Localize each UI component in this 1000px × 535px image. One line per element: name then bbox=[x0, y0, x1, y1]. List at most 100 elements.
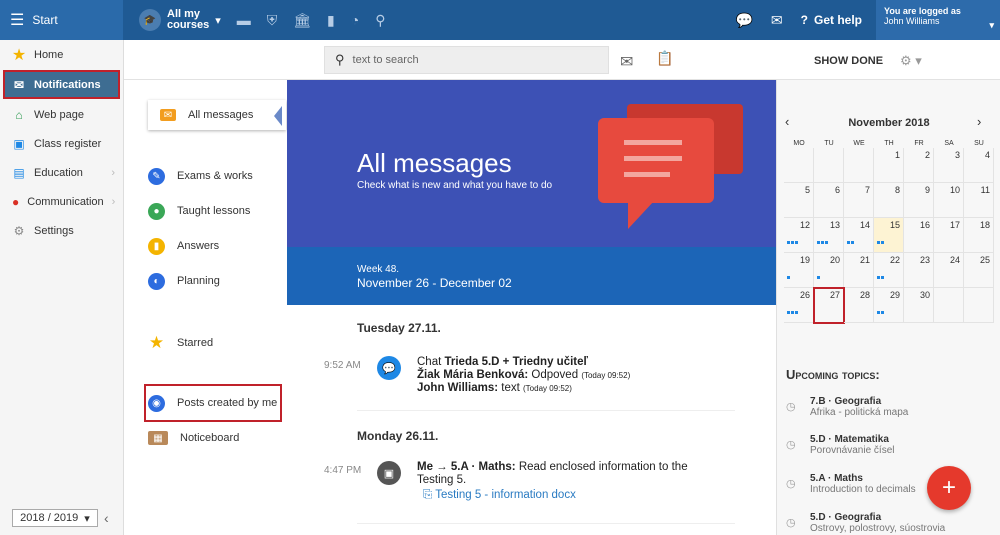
settings-gear-icon[interactable]: ⚙ ▾ bbox=[900, 53, 922, 69]
page-subtitle: Check what is new and what you have to d… bbox=[357, 180, 553, 191]
message-header: Me → 5.A · Maths: bbox=[417, 461, 516, 473]
gear-icon: ⚙ bbox=[13, 223, 25, 238]
person-icon: ● bbox=[148, 202, 165, 220]
filter-noticeboard[interactable]: ▦ Noticeboard bbox=[148, 423, 278, 453]
calendar-day[interactable]: 1 bbox=[874, 148, 904, 183]
filter-exams-works[interactable]: ✎ Exams & works bbox=[148, 161, 278, 191]
calendar-day[interactable]: 15 bbox=[874, 218, 904, 253]
caret-down-icon: ▾ bbox=[215, 14, 221, 27]
calendar-day[interactable]: 19 bbox=[784, 253, 814, 288]
calendar-day[interactable]: 25 bbox=[964, 253, 994, 288]
filter-answers[interactable]: ▮ Answers bbox=[148, 231, 278, 261]
calendar-day bbox=[844, 148, 874, 183]
calendar-day-number: 26 bbox=[799, 290, 810, 300]
sidebar-item-class-register[interactable]: ▣ Class register bbox=[0, 129, 123, 158]
calendar-day-number: 10 bbox=[949, 185, 960, 195]
sidebar-item-settings[interactable]: ⚙ Settings bbox=[0, 216, 123, 245]
sidebar-item-communication[interactable]: ● Communication › bbox=[0, 187, 123, 216]
noticeboard-icon: ▦ bbox=[148, 431, 168, 445]
calendar-day[interactable]: 27 bbox=[813, 287, 845, 324]
day-heading: Tuesday 27.11. bbox=[357, 321, 441, 335]
attachment-link[interactable]: ⎘ Testing 5 - information docx bbox=[423, 489, 707, 502]
star-icon: ★ bbox=[148, 333, 165, 352]
home-icon: ⌂ bbox=[15, 107, 23, 122]
calendar-day[interactable]: 11 bbox=[964, 183, 994, 218]
message-item[interactable]: 4:47 PM ▣ Me → 5.A · Maths: Read enclose… bbox=[287, 461, 776, 511]
question-icon: ? bbox=[800, 13, 808, 27]
calendar-day[interactable]: 6 bbox=[814, 183, 844, 218]
user-menu[interactable]: You are logged as John Williams ▾ bbox=[876, 0, 1000, 40]
weekday-label: FR bbox=[914, 140, 924, 147]
clipboard-icon[interactable]: 📋 bbox=[656, 50, 673, 67]
calendar-day[interactable]: 23 bbox=[904, 253, 934, 288]
filter-planning[interactable]: ◐ Planning bbox=[148, 266, 278, 296]
briefcase-icon[interactable]: ▬ bbox=[237, 12, 251, 29]
calendar-day[interactable]: 18 bbox=[964, 218, 994, 253]
add-button[interactable]: + bbox=[927, 466, 971, 510]
sidebar-item-home[interactable]: ★ Home bbox=[0, 40, 123, 69]
show-done-button[interactable]: SHOW DONE bbox=[814, 55, 883, 67]
filter-starred[interactable]: ★ Starred bbox=[148, 328, 278, 358]
sidebar-item-web-page[interactable]: ⌂ Web page bbox=[0, 100, 123, 129]
calendar-day[interactable]: 21 bbox=[844, 253, 874, 288]
calendar-day[interactable]: 24 bbox=[934, 253, 964, 288]
filter-label: Answers bbox=[177, 240, 220, 252]
calendar-day[interactable]: 3 bbox=[934, 148, 964, 183]
exam-icon: ✎ bbox=[148, 167, 165, 185]
calendar-day-number: 1 bbox=[894, 150, 900, 160]
calendar-day[interactable]: 17 bbox=[934, 218, 964, 253]
calendar-day[interactable]: 10 bbox=[934, 183, 964, 218]
clock-icon: ◷ bbox=[786, 401, 796, 413]
courses-dropdown[interactable]: 🎓 All my courses ▾ bbox=[139, 9, 221, 31]
message-item[interactable]: 9:52 AM 💬 Chat Trieda 5.D + Triedny učit… bbox=[287, 356, 776, 406]
school-year-value: 2018 / 2019 bbox=[20, 512, 79, 524]
chat-bubbles-icon[interactable]: 💬 bbox=[735, 12, 752, 29]
walking-icon[interactable]: ⚲ bbox=[375, 12, 385, 29]
institution-icon[interactable]: 🏛 bbox=[293, 12, 311, 29]
envelope-icon[interactable]: ✉ bbox=[620, 52, 633, 72]
calendar-day-number: 20 bbox=[829, 255, 840, 265]
calendar-day[interactable]: 29 bbox=[874, 288, 904, 323]
event-dots bbox=[817, 276, 820, 279]
topic-class: 5.D · Geografia bbox=[810, 512, 882, 523]
calendar-day[interactable]: 14 bbox=[844, 218, 874, 253]
bar-chart-icon[interactable]: ▮ bbox=[327, 12, 335, 29]
calendar-day[interactable]: 7 bbox=[844, 183, 874, 218]
calendar-day[interactable]: 28 bbox=[844, 288, 874, 323]
calendar-day[interactable]: 4 bbox=[964, 148, 994, 183]
filter-posts-created-by-me[interactable]: ◉ Posts created by me bbox=[144, 384, 282, 422]
calendar-day[interactable]: 8 bbox=[874, 183, 904, 218]
calendar-day[interactable]: 22 bbox=[874, 253, 904, 288]
topic-desc: Afrika - politická mapa bbox=[810, 407, 909, 418]
calendar-day[interactable]: 5 bbox=[784, 183, 814, 218]
message-text: Chat Trieda 5.D + Triedny učiteľ Žiak Má… bbox=[417, 356, 717, 395]
calendar-day-number: 24 bbox=[949, 255, 960, 265]
shield-icon[interactable]: ⛨ bbox=[267, 12, 278, 29]
collapse-sidebar-icon[interactable]: ‹ bbox=[104, 510, 109, 526]
filter-taught-lessons[interactable]: ● Taught lessons bbox=[148, 196, 278, 226]
sidebar-item-education[interactable]: ▤ Education › bbox=[0, 158, 123, 187]
calendar-day[interactable]: 30 bbox=[904, 288, 934, 323]
weekday-label: SU bbox=[974, 140, 984, 147]
clock-icon[interactable]: ◔ bbox=[351, 12, 359, 29]
page-title: All messages bbox=[357, 148, 512, 178]
mail-icon[interactable]: ✉ bbox=[771, 12, 783, 29]
filter-all-messages[interactable]: ✉ All messages bbox=[148, 100, 286, 130]
sidebar-item-notifications[interactable]: ✉ Notifications bbox=[3, 70, 120, 99]
calendar-day[interactable]: 13 bbox=[814, 218, 844, 253]
school-year-select[interactable]: 2018 / 2019 ▾ bbox=[12, 509, 98, 527]
get-help-button[interactable]: ? Get help bbox=[801, 13, 862, 27]
start-menu-button[interactable]: ☰ Start bbox=[0, 0, 123, 40]
calendar-day[interactable]: 2 bbox=[904, 148, 934, 183]
week-label: Week 48. bbox=[357, 264, 400, 275]
chat-icon: 💬 bbox=[377, 356, 401, 380]
calendar-day[interactable]: 12 bbox=[784, 218, 814, 253]
graduation-cap-icon: 🎓 bbox=[139, 9, 161, 31]
event-dots bbox=[877, 241, 884, 244]
calendar-day[interactable]: 26 bbox=[784, 288, 814, 323]
calendar-day[interactable]: 20 bbox=[814, 253, 844, 288]
search-input[interactable]: ⚲ text to search bbox=[324, 46, 609, 74]
calendar-day[interactable]: 9 bbox=[904, 183, 934, 218]
calendar-day[interactable]: 16 bbox=[904, 218, 934, 253]
topic-item[interactable]: ◷ 5.D · Geografia Ostrovy, polostrovy, s… bbox=[786, 512, 996, 535]
